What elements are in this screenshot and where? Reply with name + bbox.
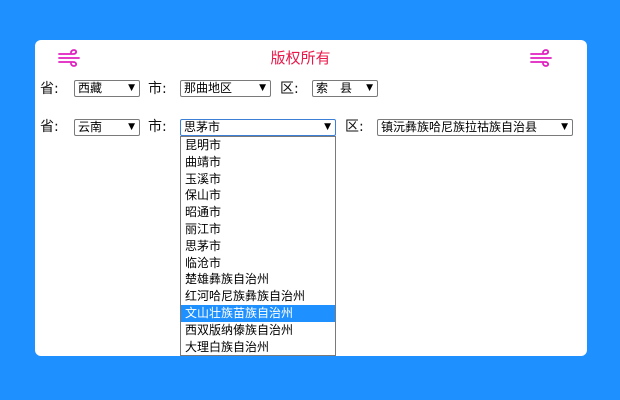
dropdown-option[interactable]: 红河哈尼族彝族自治州 xyxy=(181,288,335,305)
province-select-value: 云南 xyxy=(78,120,103,134)
dropdown-option[interactable]: 昭通市 xyxy=(181,204,335,221)
city-dropdown-list[interactable]: 昆明市 曲靖市 玉溪市 保山市 昭通市 丽江市 思茅市 临沧市 楚雄彝族自治州 红河哈尼族彝族自治… xyxy=(180,136,336,356)
wind-icon xyxy=(530,49,552,67)
main-card: 版权所有 省: 西藏 ▼ 市: 那曲地区 ▼ 区: 索 县 ▼ 省: 云南 ▼ … xyxy=(35,40,587,356)
dropdown-option[interactable]: 文山壮族苗族自治州 xyxy=(181,304,335,322)
dropdown-arrow-icon: ▼ xyxy=(366,83,373,93)
dropdown-arrow-icon: ▼ xyxy=(561,122,568,132)
dropdown-option[interactable]: 玉溪市 xyxy=(181,171,335,188)
city-select[interactable]: 那曲地区 ▼ xyxy=(180,80,271,97)
province-select[interactable]: 云南 ▼ xyxy=(74,119,140,136)
dropdown-option[interactable]: 西双版纳傣族自治州 xyxy=(181,322,335,339)
district-select[interactable]: 索 县 ▼ xyxy=(312,80,378,97)
city-select-value: 那曲地区 xyxy=(184,81,233,95)
dropdown-option[interactable]: 楚雄彝族自治州 xyxy=(181,271,335,288)
dropdown-option[interactable]: 大理白族自治州 xyxy=(181,339,335,355)
dropdown-arrow-icon: ▼ xyxy=(128,83,135,93)
dropdown-option[interactable]: 丽江市 xyxy=(181,221,335,238)
dropdown-arrow-icon: ▼ xyxy=(259,83,266,93)
city-label: 市: xyxy=(148,119,167,135)
city-select-open[interactable]: 思茅市 ▼ xyxy=(180,119,336,136)
dropdown-option[interactable]: 曲靖市 xyxy=(181,154,335,171)
district-label: 区: xyxy=(345,119,364,135)
dropdown-option[interactable]: 思茅市 xyxy=(181,238,335,255)
dropdown-option[interactable]: 保山市 xyxy=(181,187,335,204)
dropdown-arrow-icon: ▼ xyxy=(324,122,331,132)
dropdown-option[interactable]: 昆明市 xyxy=(181,137,335,154)
province-label: 省: xyxy=(40,119,59,135)
district-label: 区: xyxy=(280,81,299,97)
district-select[interactable]: 镇沅彝族哈尼族拉祜族自治县 ▼ xyxy=(377,119,573,136)
dropdown-option[interactable]: 临沧市 xyxy=(181,255,335,272)
dropdown-arrow-icon: ▼ xyxy=(128,122,135,132)
province-select-value: 西藏 xyxy=(78,81,103,95)
title-bar: 版权所有 xyxy=(35,40,566,72)
city-label: 市: xyxy=(148,81,167,97)
page-title: 版权所有 xyxy=(270,49,331,67)
province-select[interactable]: 西藏 ▼ xyxy=(74,80,140,97)
city-select-value: 思茅市 xyxy=(184,120,221,134)
district-select-value: 索 县 xyxy=(316,81,353,95)
province-label: 省: xyxy=(40,81,59,97)
dropdown-option[interactable]: 德宏傣族景颇族自治州 xyxy=(181,355,335,356)
district-select-value: 镇沅彝族哈尼族拉祜族自治县 xyxy=(381,120,538,134)
